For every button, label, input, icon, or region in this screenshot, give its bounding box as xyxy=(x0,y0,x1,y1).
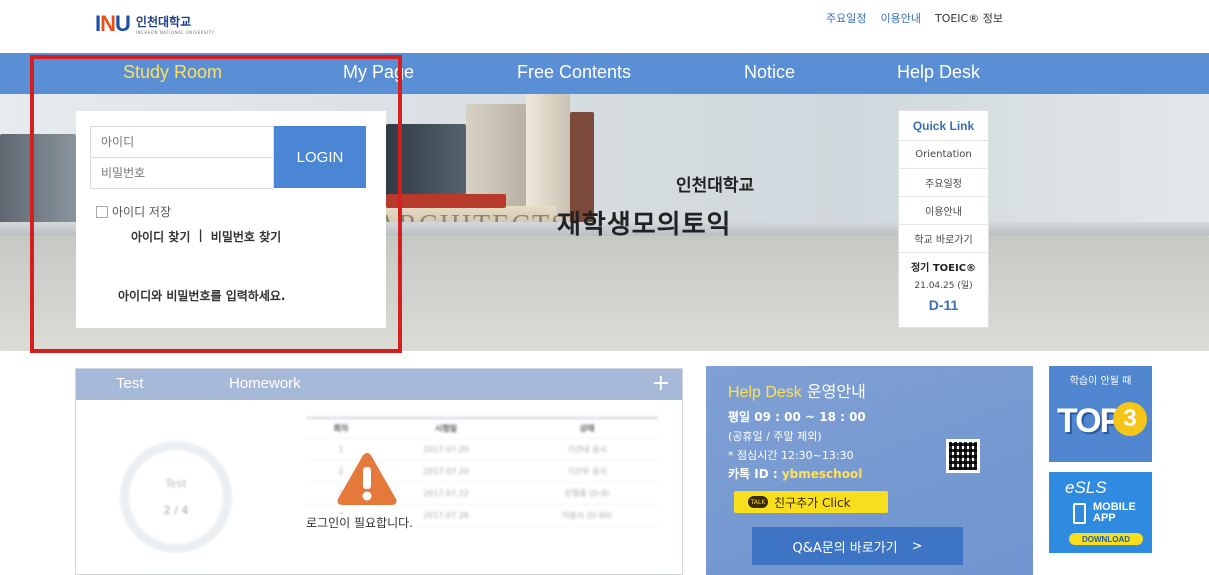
book-image xyxy=(386,194,506,208)
mobile-app-label: MOBILE APP xyxy=(1093,501,1136,524)
kakao-id: 카톡 ID : ybmeschool xyxy=(728,467,863,481)
quick-link-school[interactable]: 학교 바로가기 xyxy=(899,225,988,253)
logo-english-name: INCHEON NATIONAL UNIVERSITY xyxy=(135,30,215,35)
quick-link-guide[interactable]: 이용안내 xyxy=(899,197,988,225)
hero-title: 인천대학교 xyxy=(676,176,755,196)
nav-free-contents[interactable]: Free Contents xyxy=(517,62,631,83)
quick-link-orientation[interactable]: Orientation xyxy=(899,141,988,169)
kakao-add-friend-button[interactable]: TALK 친구추가 Click xyxy=(734,491,888,513)
test-panel: Test Homework + Test 2 / 4 회차 시험일 상태 1 2… xyxy=(75,368,683,575)
top3-word: TOP xyxy=(1057,402,1122,440)
quick-link-title: Quick Link xyxy=(899,111,988,141)
logo-korean-name: 인천대학교 xyxy=(135,15,192,29)
nav-notice[interactable]: Notice xyxy=(744,62,795,83)
tab-homework[interactable]: Homework xyxy=(229,375,301,392)
nav-help-desk[interactable]: Help Desk xyxy=(897,62,980,83)
more-plus-icon[interactable]: + xyxy=(652,371,670,396)
quick-link-schedule[interactable]: 주요일정 xyxy=(899,169,988,197)
chevron-right-icon: > xyxy=(911,538,923,554)
top-link-guide[interactable]: 이용안내 xyxy=(880,10,920,26)
progress-value: 2 / 4 xyxy=(163,504,189,517)
top3-caption: 학습이 안될 때 xyxy=(1069,376,1132,387)
top-link-schedule[interactable]: 주요일정 xyxy=(826,10,866,26)
table-cell: 미응시 (D-90) xyxy=(561,511,613,520)
help-desk-info: 평일 09 : 00 ~ 18 : 00 (공휴일 / 주말 제외) * 점심시… xyxy=(728,408,866,484)
top-link-toeic-info[interactable]: TOEIC® 정보 xyxy=(935,10,1003,26)
hero-subtitle: 재학생모의토익 xyxy=(557,210,732,240)
esls-logo: eSLS xyxy=(1065,478,1107,497)
help-desk-title: Help Desk 운영안내 xyxy=(728,382,866,401)
progress-label: Test xyxy=(165,477,187,490)
qa-shortcut-label: Q&A문의 바로가기 xyxy=(792,540,898,556)
lunch-note: * 점심시간 12:30~13:30 xyxy=(728,449,854,462)
qa-shortcut-button[interactable]: Q&A문의 바로가기 > xyxy=(752,527,963,565)
warning-icon xyxy=(336,451,398,511)
table-header-cell: 회차 xyxy=(333,424,349,433)
download-button[interactable]: DOWNLOAD xyxy=(1069,533,1143,545)
exam-countdown: 정기 TOEIC® 21.04.25 (일) D-11 xyxy=(899,253,988,313)
exam-date: 21.04.25 (일) xyxy=(914,281,973,291)
table-header-row: 회차 시험일 상태 xyxy=(306,417,658,439)
top3-number: 3 xyxy=(1113,402,1147,436)
test-panel-header: Test Homework + xyxy=(76,369,682,400)
university-logo[interactable]: INU 인천대학교 INCHEON NATIONAL UNIVERSITY xyxy=(95,8,214,40)
help-desk-panel: Help Desk 운영안내 평일 09 : 00 ~ 18 : 00 (공휴일… xyxy=(706,366,1033,575)
exam-dday: D-11 xyxy=(928,297,959,313)
logo-mark: INU xyxy=(95,11,131,36)
highlight-frame xyxy=(30,55,402,353)
table-cell: 기간내 응시 xyxy=(567,445,607,454)
kakao-add-friend-label: 친구추가 Click xyxy=(774,495,851,510)
progress-circle: Test 2 / 4 xyxy=(120,441,232,553)
holiday-note: (공휴일 / 주말 제외) xyxy=(728,430,822,443)
table-header-cell: 상태 xyxy=(579,424,595,433)
quick-link-panel: Quick Link Orientation 주요일정 이용안내 학교 바로가기… xyxy=(898,110,989,328)
top-links: 주요일정 이용안내 TOEIC® 정보 xyxy=(826,10,1003,26)
exam-title: 정기 TOEIC® xyxy=(910,263,977,274)
table-header-cell: 시험일 xyxy=(434,424,458,433)
table-cell: 기간부 응시 xyxy=(567,467,607,476)
tab-test[interactable]: Test xyxy=(116,375,144,392)
esls-mobile-banner[interactable]: eSLS MOBILE APP DOWNLOAD xyxy=(1049,472,1152,553)
table-cell: 진행중 (D-9) xyxy=(564,489,610,498)
kakao-talk-icon: TALK xyxy=(748,496,768,508)
qr-code-icon xyxy=(946,439,980,473)
mobile-phone-icon xyxy=(1073,503,1086,524)
top3-banner[interactable]: 학습이 안될 때 TOP 3 xyxy=(1049,366,1152,462)
login-required-message: 로그인이 필요합니다. xyxy=(306,514,413,531)
operating-hours: 평일 09 : 00 ~ 18 : 00 xyxy=(728,410,866,424)
